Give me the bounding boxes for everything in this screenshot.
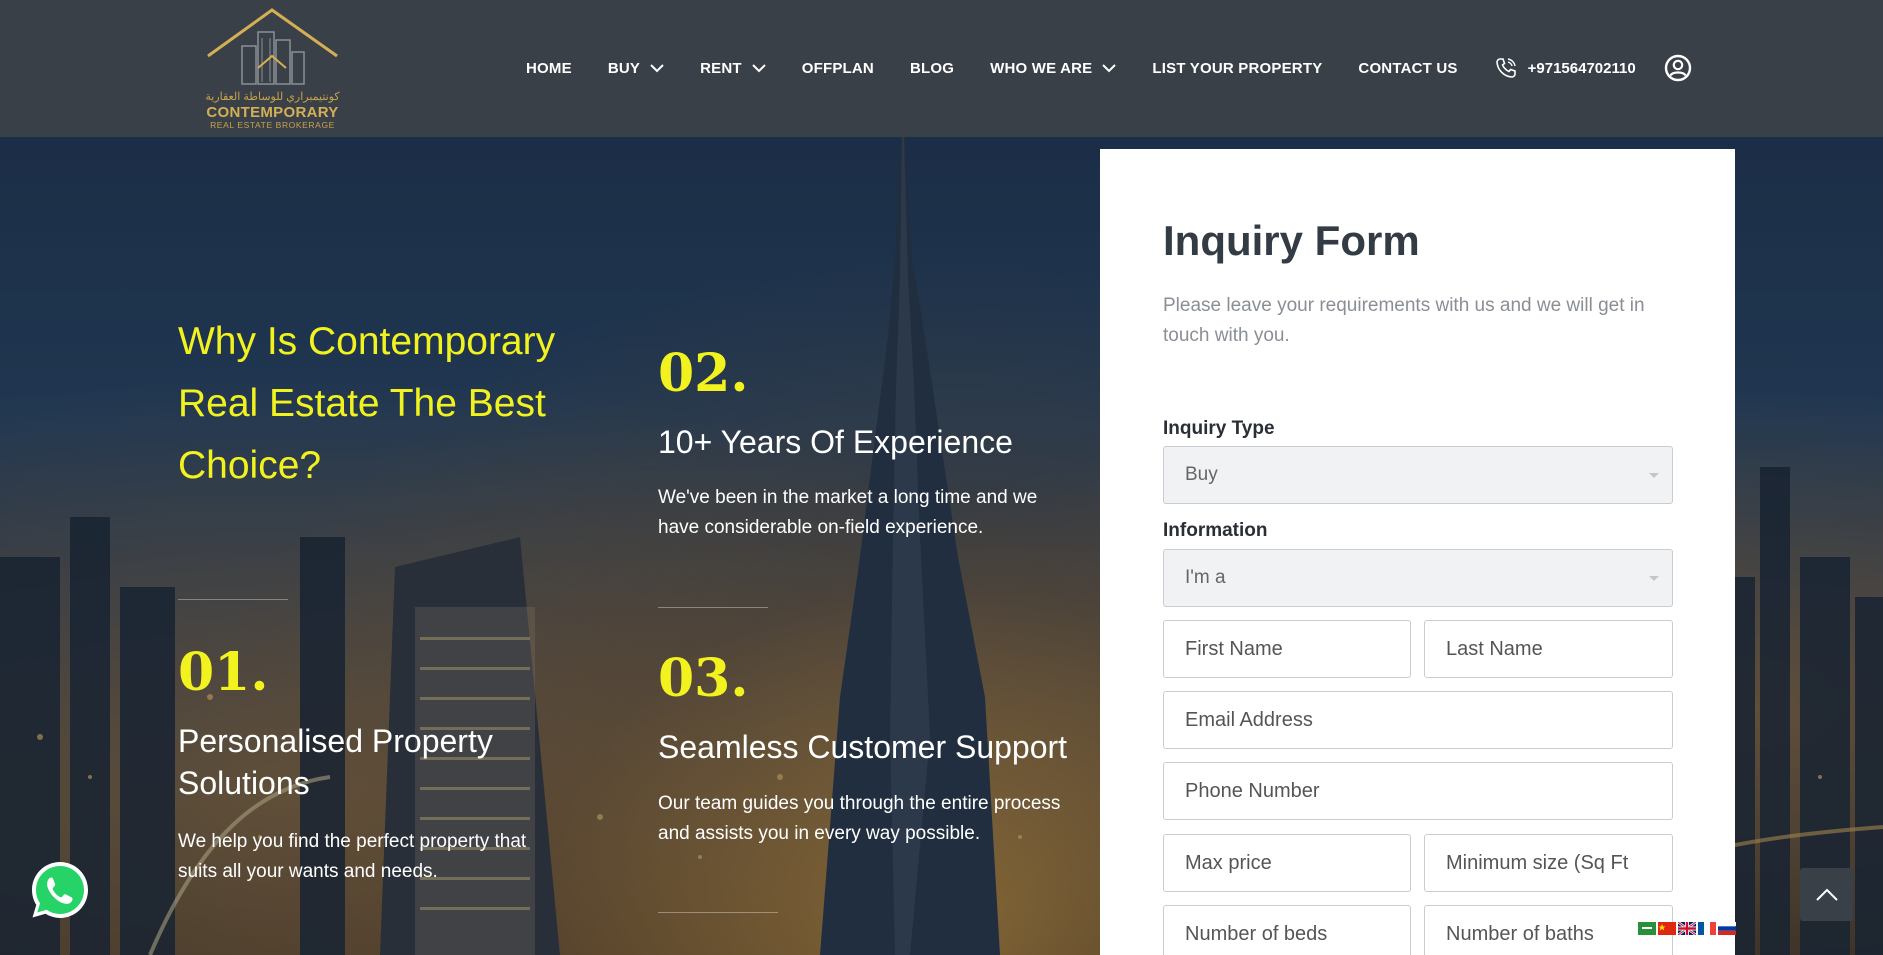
max-price-field[interactable] bbox=[1163, 834, 1411, 892]
logo[interactable]: كونتيمبراري للوساطة العقارية CONTEMPORAR… bbox=[200, 8, 345, 130]
nav-contact-label: CONTACT US bbox=[1358, 59, 1458, 77]
feature-number-1: 01. bbox=[178, 642, 269, 703]
nav-buy[interactable]: BUY bbox=[608, 60, 664, 77]
chevron-down-icon bbox=[650, 63, 664, 72]
logo-name: CONTEMPORARY bbox=[206, 104, 339, 121]
user-circle-icon[interactable] bbox=[1664, 54, 1692, 82]
last-name-field[interactable] bbox=[1424, 620, 1673, 678]
nav-buy-label: BUY bbox=[607, 59, 641, 77]
site-header: كونتيمبراري للوساطة العقارية CONTEMPORAR… bbox=[0, 0, 1883, 137]
chevron-down-icon bbox=[752, 63, 766, 72]
feature-number-2: 02. bbox=[658, 343, 749, 404]
nav-list-property[interactable]: LIST YOUR PROPERTY bbox=[1152, 60, 1322, 77]
dropdown-arrow-icon bbox=[1649, 576, 1659, 581]
logo-tagline: REAL ESTATE BROKERAGE bbox=[210, 120, 335, 130]
main-nav: HOME BUY RENT OFFPLAN BLOG WHO WE ARE LI… bbox=[526, 54, 1692, 82]
feature-desc-1: We help you find the perfect property th… bbox=[178, 831, 527, 882]
baths-field[interactable] bbox=[1424, 905, 1673, 955]
chevron-down-icon bbox=[1102, 63, 1117, 72]
flag-chinese-icon[interactable] bbox=[1658, 922, 1676, 935]
divider-line bbox=[178, 599, 288, 600]
information-select[interactable]: I'm a bbox=[1163, 549, 1673, 607]
chevron-up-icon bbox=[1815, 888, 1838, 901]
feature-number-3: 03. bbox=[658, 648, 749, 709]
nav-offplan-label: OFFPLAN bbox=[801, 59, 874, 77]
nav-rent[interactable]: RENT bbox=[700, 60, 766, 77]
information-value: I'm a bbox=[1185, 567, 1226, 588]
nav-contact[interactable]: CONTACT US bbox=[1358, 60, 1457, 77]
feature-title-1: Personalised Property Solutions bbox=[178, 723, 493, 801]
feature-desc-2: We've been in the market a long time and… bbox=[658, 487, 1038, 538]
divider-line bbox=[658, 607, 768, 608]
inquiry-type-label: Inquiry Type bbox=[1163, 418, 1275, 439]
nav-rent-label: RENT bbox=[700, 59, 742, 77]
nav-offplan[interactable]: OFFPLAN bbox=[802, 60, 874, 77]
feature-title-3: Seamless Customer Support bbox=[658, 729, 1068, 765]
form-subtitle: Please leave your requirements with us a… bbox=[1163, 295, 1645, 346]
phone-icon bbox=[1495, 58, 1516, 78]
divider-line bbox=[658, 912, 778, 913]
inquiry-type-value: Buy bbox=[1185, 464, 1218, 485]
nav-home-label: HOME bbox=[526, 59, 572, 77]
nav-who-we-are[interactable]: WHO WE ARE bbox=[990, 59, 1117, 77]
nav-blog-label: BLOG bbox=[909, 59, 955, 77]
first-name-field[interactable] bbox=[1163, 620, 1411, 678]
nav-list-property-label: LIST YOUR PROPERTY bbox=[1152, 59, 1323, 77]
dropdown-arrow-icon bbox=[1649, 473, 1659, 478]
nav-phone-link[interactable]: +971564702110 bbox=[1494, 56, 1636, 80]
nav-who-we-are-label: WHO WE ARE bbox=[990, 59, 1093, 77]
email-field[interactable] bbox=[1163, 691, 1673, 749]
information-label: Information bbox=[1163, 520, 1268, 541]
why-choose-heading: Why Is Contemporary Real Estate The Best… bbox=[178, 320, 556, 487]
feature-desc-3: Our team guides you through the entire p… bbox=[658, 793, 1061, 844]
nav-home[interactable]: HOME bbox=[526, 60, 572, 77]
logo-building-icon bbox=[207, 8, 338, 85]
form-title: Inquiry Form bbox=[1163, 217, 1420, 264]
scroll-to-top-button[interactable] bbox=[1800, 868, 1853, 921]
language-selector bbox=[1638, 922, 1738, 935]
flag-russian-icon[interactable] bbox=[1718, 922, 1736, 935]
phone-field[interactable] bbox=[1163, 762, 1673, 820]
phone-number: +971564702110 bbox=[1527, 59, 1636, 77]
whatsapp-icon[interactable] bbox=[28, 858, 92, 922]
logo-arabic-text: كونتيمبراري للوساطة العقارية bbox=[205, 91, 340, 103]
nav-blog[interactable]: BLOG bbox=[910, 60, 954, 77]
beds-field[interactable] bbox=[1163, 905, 1411, 955]
inquiry-type-select[interactable]: Buy bbox=[1163, 446, 1673, 504]
inquiry-form-panel: Inquiry Form Please leave your requireme… bbox=[1100, 149, 1735, 955]
flag-english-icon[interactable] bbox=[1678, 922, 1696, 935]
flag-french-icon[interactable] bbox=[1698, 922, 1716, 935]
feature-title-2: 10+ Years Of Experience bbox=[658, 424, 1013, 460]
min-size-field[interactable] bbox=[1424, 834, 1673, 892]
flag-arabic-icon[interactable] bbox=[1638, 922, 1656, 935]
